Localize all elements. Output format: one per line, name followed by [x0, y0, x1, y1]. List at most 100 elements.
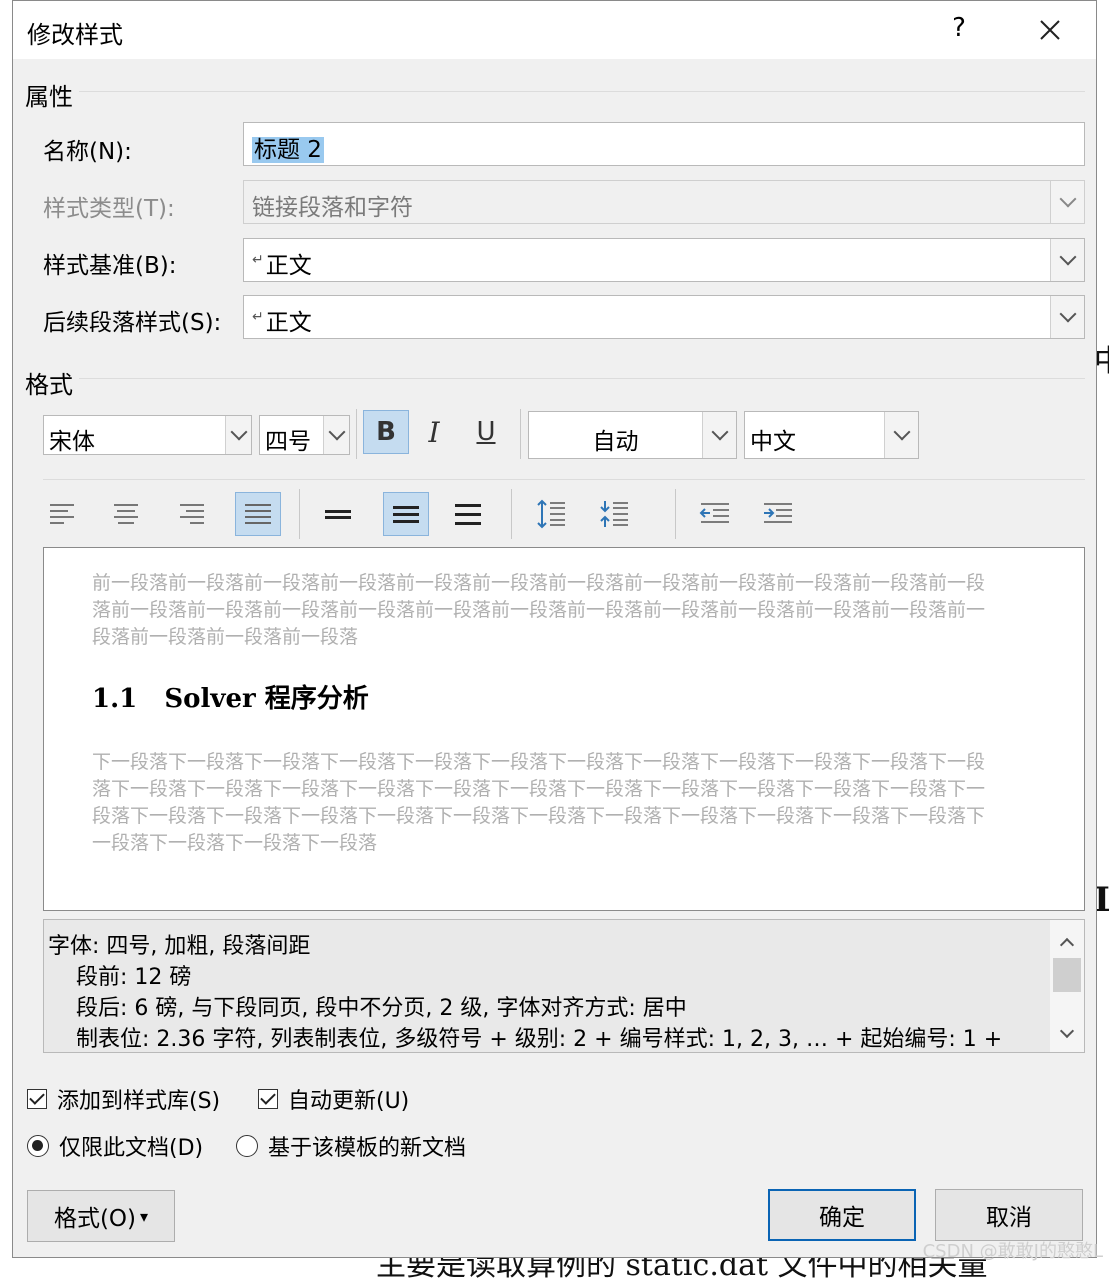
toolbar-separator: [520, 409, 521, 459]
double-spacing-button[interactable]: [445, 492, 491, 536]
next-style-label: 后续段落样式(S):: [43, 310, 222, 336]
font-color-value: 自动: [592, 429, 639, 455]
chevron-down-icon[interactable]: [323, 416, 349, 454]
watermark: CSDN @敢敢J的憨憨L: [922, 1241, 1103, 1262]
ok-button-label: 确定: [819, 1205, 865, 1231]
font-color-select[interactable]: 自动: [528, 411, 737, 459]
new-documents-radio[interactable]: 基于该模板的新文档: [236, 1130, 466, 1162]
bold-button[interactable]: B: [363, 410, 409, 454]
description-scrollbar[interactable]: [1050, 920, 1084, 1052]
increase-paragraph-spacing-icon: [537, 499, 565, 529]
script-select[interactable]: 中文: [744, 411, 919, 459]
next-style-value: 正文: [265, 310, 312, 336]
auto-update-label: 自动更新(U): [288, 1089, 410, 1114]
name-label: 名称(N):: [43, 139, 132, 165]
align-right-button[interactable]: [168, 492, 214, 536]
align-left-button[interactable]: [40, 492, 86, 536]
italic-icon: I: [428, 415, 440, 449]
bold-icon: B: [376, 417, 396, 447]
toolbar-separator: [511, 489, 512, 539]
chevron-down-icon[interactable]: [884, 412, 918, 458]
modify-style-dialog: 修改样式 ? 属性 名称(N): 标题 2 样式类型(T): 链接段落和字符 样…: [12, 0, 1097, 1258]
properties-section-title: 属性: [25, 83, 73, 111]
checkbox-icon: [27, 1089, 47, 1109]
close-icon: [1040, 20, 1060, 40]
style-preview: 前一段落前一段落前一段落前一段落前一段落前一段落前一段落前一段落前一段落前一段落…: [43, 547, 1085, 911]
style-type-value: 链接段落和字符: [252, 195, 413, 221]
single-spacing-button[interactable]: [315, 492, 361, 536]
only-this-document-radio[interactable]: 仅限此文档(D): [27, 1130, 203, 1162]
paragraph-mark-icon: ↵: [252, 309, 264, 326]
increase-spacing-button[interactable]: [528, 492, 574, 536]
align-center-icon: [113, 502, 139, 526]
chevron-down-icon[interactable]: [702, 412, 736, 458]
italic-button[interactable]: I: [411, 410, 457, 454]
scroll-up-icon[interactable]: [1059, 937, 1075, 953]
decrease-spacing-button[interactable]: [591, 492, 637, 536]
toolbar-separator: [356, 409, 357, 459]
increase-indent-button[interactable]: [755, 492, 801, 536]
name-field[interactable]: 标题 2: [243, 122, 1085, 166]
dialog-title: 修改样式: [27, 21, 123, 49]
scrollbar-thumb[interactable]: [1053, 958, 1081, 992]
justify-icon: [245, 502, 271, 526]
preview-next-paragraph: 下一段落下一段落下一段落下一段落下一段落下一段落下一段落下一段落下一段落下一段落…: [92, 751, 986, 854]
paragraph-mark-icon: ↵: [252, 252, 264, 269]
checkbox-icon: [258, 1089, 278, 1109]
preview-heading: 1.1 Solver 程序分析: [92, 684, 369, 714]
chevron-down-icon: [1050, 181, 1084, 223]
description-line: 制表位: 2.36 字符, 列表制表位, 多级符号 + 级别: 2 + 编号样式…: [76, 1027, 1003, 1052]
description-line: 段后: 6 磅, 与下段同页, 段中不分页, 2 级, 字体对齐方式: 居中: [76, 996, 687, 1021]
chevron-down-icon[interactable]: [1050, 239, 1084, 281]
single-spacing-icon: [325, 502, 351, 526]
decrease-indent-button[interactable]: [692, 492, 738, 536]
format-section-title: 格式: [25, 371, 73, 399]
cancel-button-label: 取消: [986, 1205, 1032, 1231]
chevron-down-icon[interactable]: [1050, 296, 1084, 338]
style-type-select: 链接段落和字符: [243, 180, 1085, 224]
only-this-document-label: 仅限此文档(D): [59, 1136, 204, 1161]
toolbar-separator: [675, 489, 676, 539]
radio-selected-icon: [27, 1135, 49, 1157]
font-size-select[interactable]: 四号: [259, 415, 350, 455]
close-button[interactable]: [1030, 13, 1070, 48]
toolbar-separator: [299, 489, 300, 539]
auto-update-checkbox[interactable]: 自动更新(U): [258, 1083, 409, 1115]
font-size-value: 四号: [265, 429, 311, 455]
radio-unselected-icon: [236, 1135, 258, 1157]
format-button-label: 格式(O): [53, 1206, 137, 1232]
name-field-value: 标题 2: [252, 137, 324, 163]
decrease-paragraph-spacing-icon: [600, 501, 628, 527]
based-on-select[interactable]: ↵正文: [243, 238, 1085, 282]
format-divider: [79, 378, 1085, 379]
align-right-icon: [178, 502, 204, 526]
help-button[interactable]: ?: [939, 13, 979, 43]
cancel-button[interactable]: 取消: [935, 1189, 1083, 1241]
description-text-area: 字体: 四号, 加粗, 段落间距 段前: 12 磅 段后: 6 磅, 与下段同页…: [44, 920, 1050, 1052]
title-bar: 修改样式 ?: [13, 1, 1096, 59]
add-to-gallery-checkbox[interactable]: 添加到样式库(S): [27, 1083, 220, 1115]
one-half-spacing-icon: [393, 502, 419, 526]
increase-indent-icon: [764, 503, 792, 523]
one-half-spacing-button[interactable]: [383, 492, 429, 536]
properties-divider: [79, 91, 1085, 92]
decrease-indent-icon: [699, 503, 729, 523]
next-style-select[interactable]: ↵正文: [243, 295, 1085, 339]
align-center-button[interactable]: [103, 492, 149, 536]
description-line: 段前: 12 磅: [76, 965, 192, 990]
chevron-down-icon[interactable]: [225, 416, 251, 454]
description-line: 字体: 四号, 加粗, 段落间距: [48, 934, 311, 959]
add-to-gallery-label: 添加到样式库(S): [57, 1089, 221, 1114]
preview-previous-paragraph: 前一段落前一段落前一段落前一段落前一段落前一段落前一段落前一段落前一段落前一段落…: [92, 572, 986, 648]
new-documents-label: 基于该模板的新文档: [268, 1136, 467, 1161]
style-description[interactable]: 字体: 四号, 加粗, 段落间距 段前: 12 磅 段后: 6 磅, 与下段同页…: [43, 919, 1085, 1053]
style-type-label: 样式类型(T):: [43, 196, 175, 222]
underline-button[interactable]: U: [463, 410, 509, 454]
script-value: 中文: [750, 429, 796, 455]
ok-button[interactable]: 确定: [768, 1189, 916, 1241]
dropdown-arrow-icon: ▾: [140, 1206, 149, 1226]
justify-button[interactable]: [235, 492, 281, 536]
scroll-down-icon[interactable]: [1059, 1023, 1075, 1039]
format-menu-button[interactable]: 格式(O) ▾: [27, 1190, 175, 1242]
font-select[interactable]: 宋体: [43, 415, 252, 455]
